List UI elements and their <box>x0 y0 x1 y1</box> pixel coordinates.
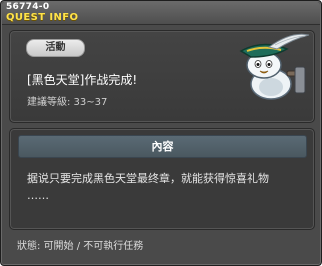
quest-name: [黑色天堂]作战完成! <box>27 73 138 87</box>
quest-details-panel: 內容 据说只要完成黑色天堂最终章，就能获得惊喜礼物 …… <box>9 128 315 230</box>
window-title: QUEST INFO <box>6 12 79 23</box>
title-bar[interactable]: 56774-0 QUEST INFO <box>2 2 320 25</box>
quest-description: 据说只要完成黑色天堂最终章，就能获得惊喜礼物 …… <box>27 172 269 202</box>
content-section-header: 內容 <box>18 135 307 158</box>
npc-penguin-icon <box>239 33 310 100</box>
level-requirement: 建議等級: 33~37 <box>27 97 108 108</box>
quest-info-window: 56774-0 QUEST INFO 活動 [黑色天堂]作战完成! 建議等級: … <box>0 0 322 266</box>
quest-status: 狀態: 可開始 / 不可執行任務 <box>17 241 144 252</box>
category-badge: 活動 <box>26 39 85 57</box>
quest-id: 56774-0 <box>6 2 50 12</box>
